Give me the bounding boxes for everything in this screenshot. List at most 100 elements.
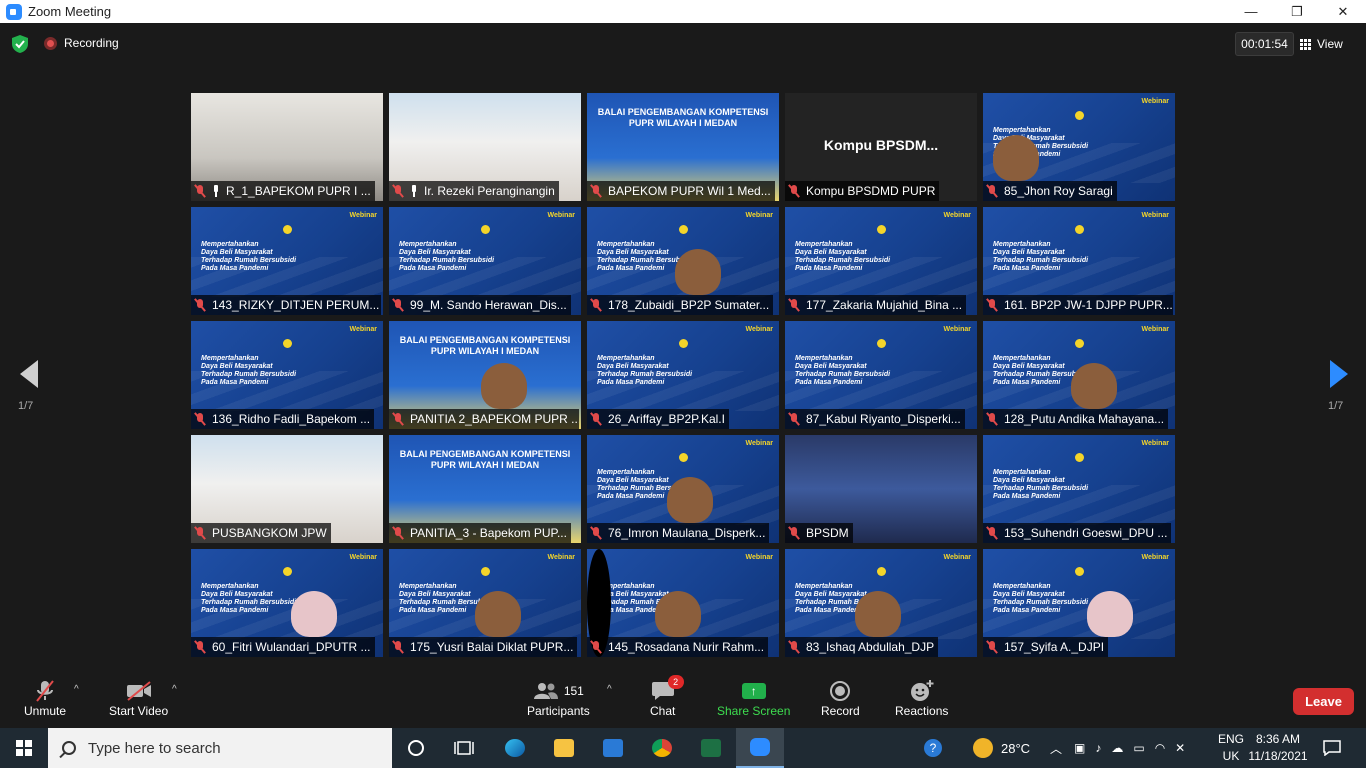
participant-tile[interactable]: Mempertahankan Daya Beli Masyarakat Terh…: [983, 549, 1175, 657]
minimize-button[interactable]: —: [1228, 0, 1274, 23]
participant-tile[interactable]: Mempertahankan Daya Beli Masyarakat Terh…: [983, 207, 1175, 315]
leave-button[interactable]: Leave: [1293, 688, 1354, 715]
participant-nameplate: 26_Ariffay_BP2P.Kal.I: [587, 409, 729, 429]
previous-page-button[interactable]: 1/7: [18, 360, 38, 412]
slide-badge: Webinar: [745, 212, 774, 219]
notification-icon: [1323, 740, 1341, 756]
battery-icon[interactable]: ▭: [1133, 741, 1144, 755]
meeting-topbar: Recording 00:01:54 View: [0, 23, 1366, 65]
participant-name: 128_Putu Andika Mahayana...: [1004, 412, 1165, 426]
search-placeholder: Type here to search: [88, 739, 221, 757]
tray-overflow-button[interactable]: ︿: [1050, 728, 1062, 768]
participant-tile[interactable]: BALAI PENGEMBANGAN KOMPETENSI PUPR WILAY…: [389, 321, 581, 429]
edge-icon: [505, 739, 525, 757]
participant-tile[interactable]: Mempertahankan Daya Beli Masyarakat Terh…: [785, 321, 977, 429]
meet-now-icon[interactable]: ▣: [1074, 741, 1085, 755]
participant-video: [475, 591, 521, 637]
mic-muted-icon: [987, 299, 997, 311]
participant-tile[interactable]: Mempertahankan Daya Beli Masyarakat Terh…: [785, 207, 977, 315]
participant-nameplate: 143_RIZKY_DITJEN PERUM...: [191, 295, 381, 315]
next-page-button[interactable]: 1/7: [1328, 360, 1348, 412]
slide-badge: Webinar: [745, 326, 774, 333]
participant-tile[interactable]: Mempertahankan Daya Beli Masyarakat Terh…: [983, 321, 1175, 429]
participant-tile[interactable]: Mempertahankan Daya Beli Masyarakat Terh…: [587, 549, 779, 657]
participant-tile[interactable]: Kompu BPSDM... Kompu BPSDMD PUPR: [785, 93, 977, 201]
help-tray-icon[interactable]: ?: [922, 728, 944, 768]
participant-tile[interactable]: Mempertahankan Daya Beli Masyarakat Terh…: [983, 93, 1175, 201]
onedrive-icon[interactable]: ☁: [1111, 741, 1123, 755]
wifi-icon[interactable]: ◠: [1155, 741, 1165, 755]
mic-muted-icon: [195, 185, 205, 197]
participant-nameplate: 153_Suhendri Goeswi_DPU ...: [983, 523, 1172, 543]
chevron-up-icon: ︿: [1050, 741, 1063, 756]
slide-badge: Webinar: [1141, 440, 1170, 447]
participant-tile[interactable]: Mempertahankan Daya Beli Masyarakat Terh…: [785, 549, 977, 657]
participant-video: [481, 363, 527, 409]
mic-muted-icon: [789, 299, 799, 311]
participant-tile[interactable]: BALAI PENGEMBANGAN KOMPETENSI PUPR WILAY…: [389, 435, 581, 543]
share-screen-button[interactable]: ↑ Share Screen: [717, 678, 790, 718]
taskbar-search-box[interactable]: Type here to search: [48, 728, 392, 768]
microphone-tray-icon[interactable]: ♪: [1095, 741, 1101, 755]
start-button[interactable]: [0, 728, 48, 768]
view-button[interactable]: View: [1300, 32, 1343, 56]
file-explorer-button[interactable]: [540, 728, 588, 768]
participant-tile[interactable]: Mempertahankan Daya Beli Masyarakat Terh…: [191, 321, 383, 429]
participant-tile[interactable]: Mempertahankan Daya Beli Masyarakat Terh…: [191, 549, 383, 657]
security-shield-icon[interactable]: [12, 35, 28, 53]
zoom-taskbar-button[interactable]: [736, 728, 784, 768]
video-options-caret[interactable]: ^: [172, 684, 177, 695]
notification-center-button[interactable]: [1323, 728, 1341, 768]
chat-button[interactable]: 2 Chat: [650, 675, 684, 718]
participant-tile[interactable]: Mempertahankan Daya Beli Masyarakat Terh…: [587, 435, 779, 543]
task-view-button[interactable]: [440, 728, 488, 768]
slide-badge: Webinar: [1141, 554, 1170, 561]
chrome-button[interactable]: [638, 728, 686, 768]
participant-tile[interactable]: Mempertahankan Daya Beli Masyarakat Terh…: [983, 435, 1175, 543]
participant-tile[interactable]: Mempertahankan Daya Beli Masyarakat Terh…: [587, 321, 779, 429]
mic-muted-icon: [591, 641, 601, 653]
participant-nameplate: R_1_BAPEKOM PUPR I ...: [191, 181, 375, 201]
participant-tile[interactable]: PUSBANGKOM JPW: [191, 435, 383, 543]
excel-button[interactable]: [687, 728, 735, 768]
language-indicator[interactable]: ENG UK: [1214, 731, 1248, 765]
slide-title: Mempertahankan Daya Beli Masyarakat Terh…: [993, 241, 1089, 272]
close-window-button[interactable]: ✕: [1320, 0, 1366, 23]
cortana-button[interactable]: [392, 728, 440, 768]
participant-tile[interactable]: Mempertahankan Daya Beli Masyarakat Terh…: [587, 207, 779, 315]
mic-muted-icon: [393, 185, 403, 197]
slide-title: Mempertahankan Daya Beli Masyarakat Terh…: [201, 241, 297, 272]
edge-browser-button[interactable]: [491, 728, 539, 768]
reactions-button[interactable]: Reactions: [895, 678, 948, 718]
slide-title: Mempertahankan Daya Beli Masyarakat Terh…: [993, 583, 1089, 614]
unmute-button[interactable]: Unmute: [24, 678, 66, 718]
volume-muted-icon[interactable]: ✕: [1175, 741, 1185, 755]
participant-name: 153_Suhendri Goeswi_DPU ...: [1004, 526, 1168, 540]
unmute-label: Unmute: [24, 704, 67, 718]
participant-tile[interactable]: BALAI PENGEMBANGAN KOMPETENSI PUPR WILAY…: [587, 93, 779, 201]
slide-badge: Webinar: [1141, 326, 1170, 333]
participant-tile[interactable]: Mempertahankan Daya Beli Masyarakat Terh…: [191, 207, 383, 315]
participant-tile[interactable]: Ir. Rezeki Peranginangin: [389, 93, 581, 201]
participant-nameplate: PUSBANGKOM JPW: [191, 523, 331, 543]
participants-options-caret[interactable]: ^: [607, 684, 612, 695]
participant-tile[interactable]: R_1_BAPEKOM PUPR I ...: [191, 93, 383, 201]
windows-taskbar: Type here to search ? 28°C ︿ ▣ ♪ ☁ ▭ ◠ ✕…: [0, 728, 1366, 768]
slide-title: Mempertahankan Daya Beli Masyarakat Terh…: [399, 241, 495, 272]
start-video-button[interactable]: Start Video: [109, 678, 168, 718]
audio-options-caret[interactable]: ^: [74, 684, 79, 695]
participants-button[interactable]: 151 Participants: [527, 678, 590, 718]
zoom-logo-icon: [6, 3, 22, 20]
clock-time: 8:36 AM: [1255, 732, 1301, 746]
recording-indicator[interactable]: Recording: [44, 36, 119, 50]
record-button[interactable]: Record: [821, 678, 860, 718]
slide-badge: Webinar: [745, 440, 774, 447]
participant-tile[interactable]: Mempertahankan Daya Beli Masyarakat Terh…: [389, 549, 581, 657]
weather-widget[interactable]: 28°C: [973, 728, 1030, 768]
mail-button[interactable]: [589, 728, 637, 768]
participant-tile[interactable]: BPSDM: [785, 435, 977, 543]
maximize-button[interactable]: ❐: [1274, 0, 1320, 23]
participant-tile[interactable]: Mempertahankan Daya Beli Masyarakat Terh…: [389, 207, 581, 315]
taskbar-clock[interactable]: 8:36 AM 11/18/2021: [1248, 731, 1308, 765]
participant-nameplate: 76_Imron Maulana_Disperk...: [587, 523, 770, 543]
